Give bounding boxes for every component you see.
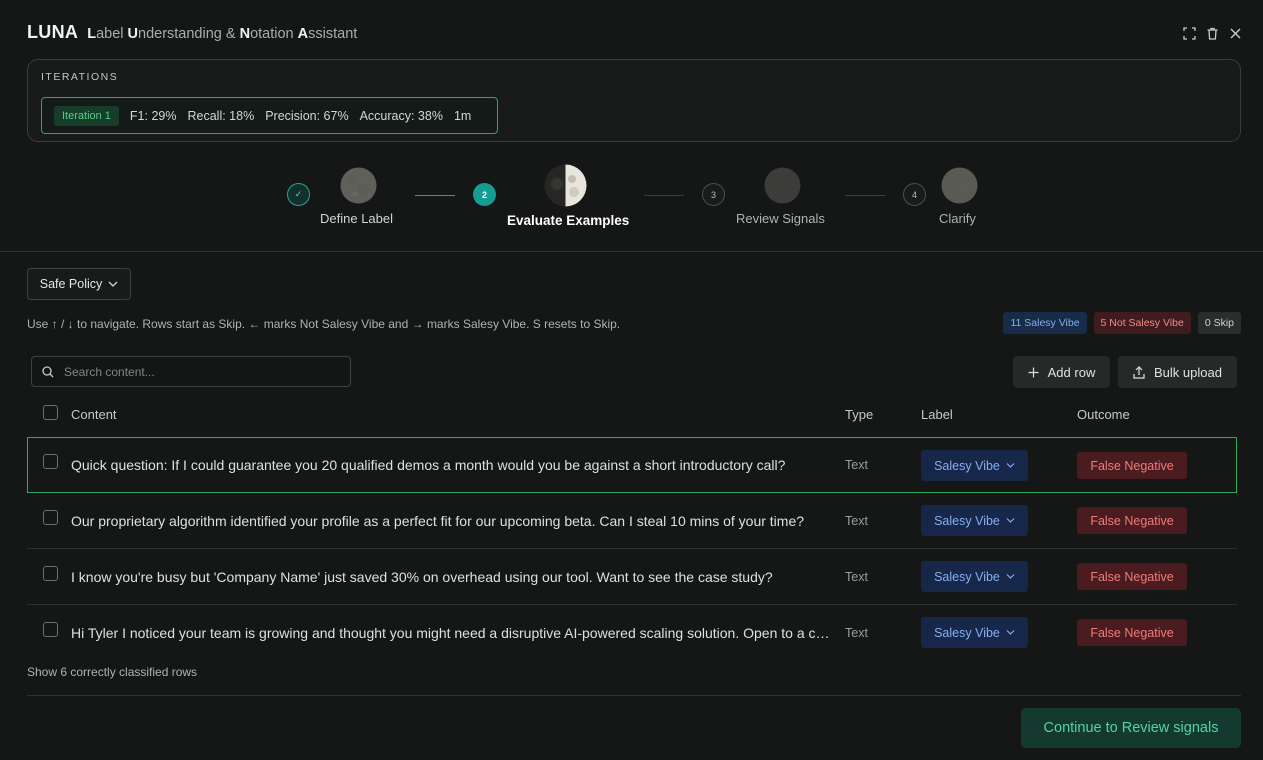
row-label-dropdown[interactable]: Salesy Vibe	[921, 505, 1028, 536]
count-negative-badge: 5 Not Salesy Vibe	[1093, 312, 1191, 334]
column-header-type[interactable]: Type	[845, 407, 873, 422]
table-row[interactable]: Quick question: If I could guarantee you…	[27, 437, 1237, 493]
row-checkbox[interactable]	[43, 622, 58, 637]
table-row[interactable]: Hi Tyler I noticed your team is growing …	[27, 605, 1237, 661]
chevron-down-icon	[1006, 518, 1015, 523]
row-type: Text	[845, 458, 868, 472]
step-1-label[interactable]: Define Label	[320, 211, 393, 226]
row-checkbox[interactable]	[43, 454, 58, 469]
step-connector	[644, 195, 684, 196]
moon-icon	[941, 167, 978, 204]
search-input[interactable]	[64, 364, 334, 379]
add-row-label: Add row	[1047, 364, 1096, 380]
metric-f1: F1: 29%	[129, 108, 177, 123]
iterations-panel: ITERATIONS Iteration 1 F1: 29% Recall: 1…	[27, 59, 1241, 142]
iteration-time: 1m	[453, 108, 472, 123]
row-outcome-badge: False Negative	[1077, 619, 1187, 646]
app-brand: LUNA	[27, 22, 79, 42]
plus-icon	[1028, 367, 1039, 377]
column-header-outcome[interactable]: Outcome	[1077, 407, 1130, 422]
metric-accuracy: Accuracy: 38%	[359, 108, 443, 123]
step-connector	[415, 195, 455, 196]
step-1-indicator[interactable]: ✓	[287, 183, 310, 206]
search-icon	[42, 365, 54, 377]
iteration-badge: Iteration 1	[54, 105, 119, 126]
step-4-label[interactable]: Clarify	[939, 211, 976, 226]
row-content: I know you're busy but 'Company Name' ju…	[71, 569, 773, 585]
row-type: Text	[845, 570, 868, 584]
policy-dropdown[interactable]: Safe Policy	[27, 268, 131, 300]
row-label-value: Salesy Vibe	[934, 513, 1000, 528]
row-label-value: Salesy Vibe	[934, 625, 1000, 640]
count-skip-badge: 0 Skip	[1197, 312, 1241, 334]
count-positive-badge: 11 Salesy Vibe	[1003, 312, 1087, 334]
chevron-down-icon	[1006, 574, 1015, 579]
expand-icon[interactable]	[1182, 26, 1197, 41]
metric-precision: Precision: 67%	[265, 108, 349, 123]
row-checkbox[interactable]	[43, 566, 58, 581]
metric-recall: Recall: 18%	[187, 108, 255, 123]
table-row[interactable]: Our proprietary algorithm identified you…	[27, 493, 1237, 549]
iterations-heading: ITERATIONS	[41, 71, 119, 83]
moon-icon	[340, 167, 377, 204]
step-3-indicator[interactable]: 3	[702, 183, 725, 206]
moon-icon	[544, 164, 587, 207]
row-label-value: Salesy Vibe	[934, 569, 1000, 584]
keyboard-hint: Use ↑ / ↓ to navigate. Rows start as Ski…	[27, 317, 621, 331]
row-outcome-badge: False Negative	[1077, 452, 1187, 479]
column-header-content[interactable]: Content	[71, 407, 117, 422]
bulk-upload-button[interactable]: Bulk upload	[1118, 356, 1237, 388]
row-content: Quick question: If I could guarantee you…	[71, 457, 786, 473]
step-2-label[interactable]: Evaluate Examples	[507, 213, 629, 228]
row-outcome-badge: False Negative	[1077, 507, 1187, 534]
search-box	[31, 356, 351, 387]
step-2-indicator[interactable]: 2	[473, 183, 496, 206]
app-header: LUNA Label Understanding & Notation Assi…	[27, 22, 357, 43]
row-type: Text	[845, 514, 868, 528]
show-correct-rows-link[interactable]: Show 6 correctly classified rows	[27, 665, 197, 679]
row-outcome-badge: False Negative	[1077, 563, 1187, 590]
row-label-dropdown[interactable]: Salesy Vibe	[921, 450, 1028, 481]
row-label-dropdown[interactable]: Salesy Vibe	[921, 617, 1028, 648]
select-all-checkbox[interactable]	[43, 405, 58, 420]
upload-icon	[1133, 365, 1145, 379]
window-controls	[1182, 26, 1243, 41]
step-3-label[interactable]: Review Signals	[736, 211, 825, 226]
chevron-down-icon	[1006, 463, 1015, 468]
footer-divider	[27, 695, 1241, 696]
column-header-label[interactable]: Label	[921, 407, 953, 422]
label-counts: 11 Salesy Vibe 5 Not Salesy Vibe 0 Skip	[1003, 312, 1241, 334]
step-connector	[845, 195, 885, 196]
close-icon[interactable]	[1228, 26, 1243, 41]
chevron-down-icon	[1006, 630, 1015, 635]
bulk-upload-label: Bulk upload	[1154, 364, 1222, 380]
row-content: Our proprietary algorithm identified you…	[71, 513, 805, 529]
continue-button[interactable]: Continue to Review signals	[1021, 708, 1241, 748]
chevron-down-icon	[108, 281, 118, 287]
trash-icon[interactable]	[1205, 26, 1220, 41]
row-label-value: Salesy Vibe	[934, 458, 1000, 473]
section-divider	[0, 251, 1263, 252]
iteration-row[interactable]: Iteration 1 F1: 29% Recall: 18% Precisio…	[41, 97, 498, 134]
app-subtitle: Label Understanding & Notation Assistant	[87, 26, 358, 42]
row-checkbox[interactable]	[43, 510, 58, 525]
row-type: Text	[845, 626, 868, 640]
step-4-indicator[interactable]: 4	[903, 183, 926, 206]
table-row[interactable]: I know you're busy but 'Company Name' ju…	[27, 549, 1237, 605]
row-label-dropdown[interactable]: Salesy Vibe	[921, 561, 1028, 592]
row-content: Hi Tyler I noticed your team is growing …	[71, 625, 833, 641]
policy-dropdown-label: Safe Policy	[39, 277, 103, 291]
add-row-button[interactable]: Add row	[1013, 356, 1110, 388]
moon-icon	[764, 167, 801, 204]
